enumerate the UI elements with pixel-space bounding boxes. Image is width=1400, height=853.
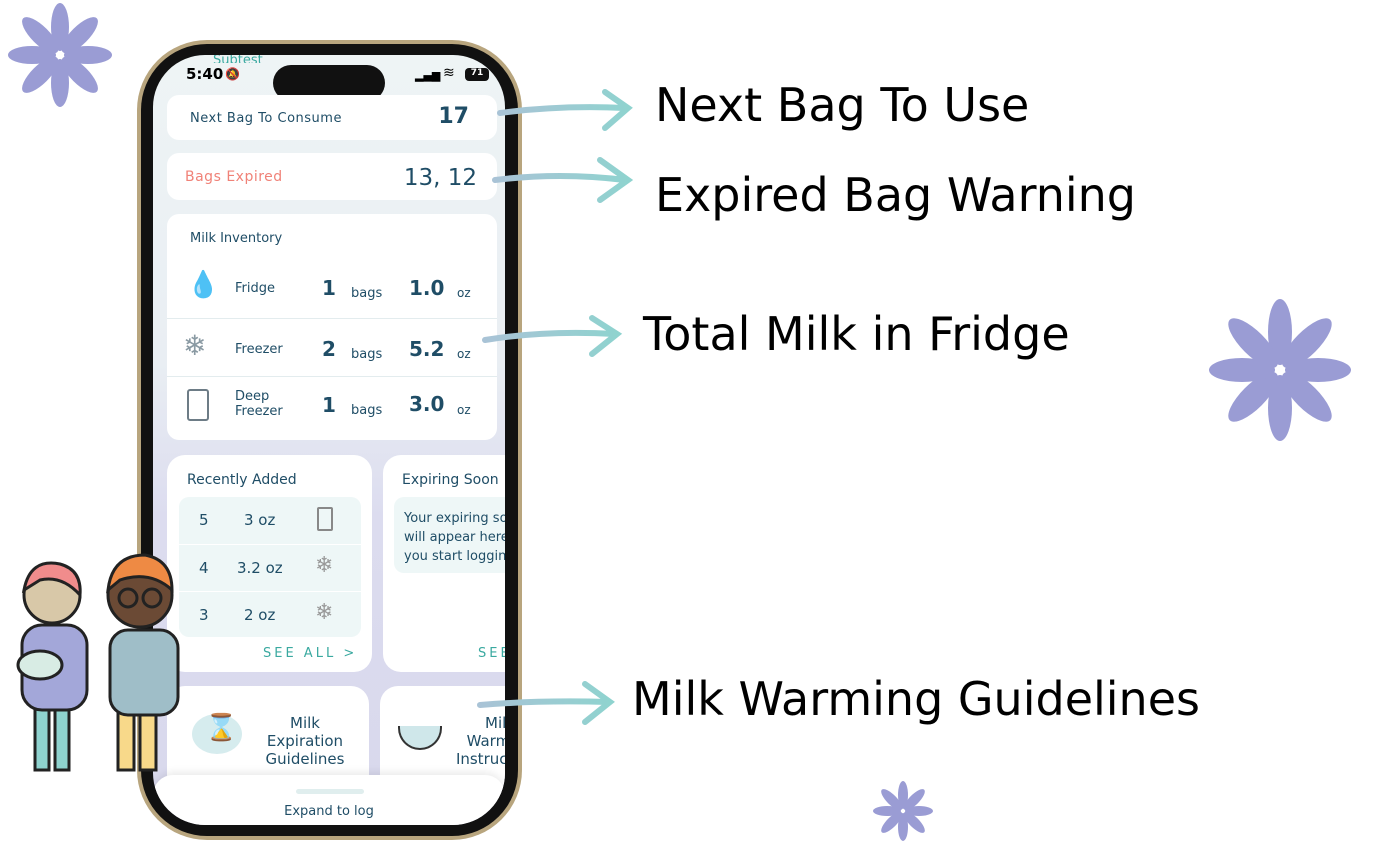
arrow-warming xyxy=(477,681,615,725)
arrow-expired xyxy=(492,157,634,203)
arrow-total-milk xyxy=(482,315,623,357)
arrow-next-bag xyxy=(497,89,633,131)
annotation-warming: Milk Warming Guidelines xyxy=(632,672,1200,726)
annotation-total-milk: Total Milk in Fridge xyxy=(643,307,1070,361)
annotation-expired: Expired Bag Warning xyxy=(655,168,1136,222)
annotation-next-bag: Next Bag To Use xyxy=(655,78,1030,132)
